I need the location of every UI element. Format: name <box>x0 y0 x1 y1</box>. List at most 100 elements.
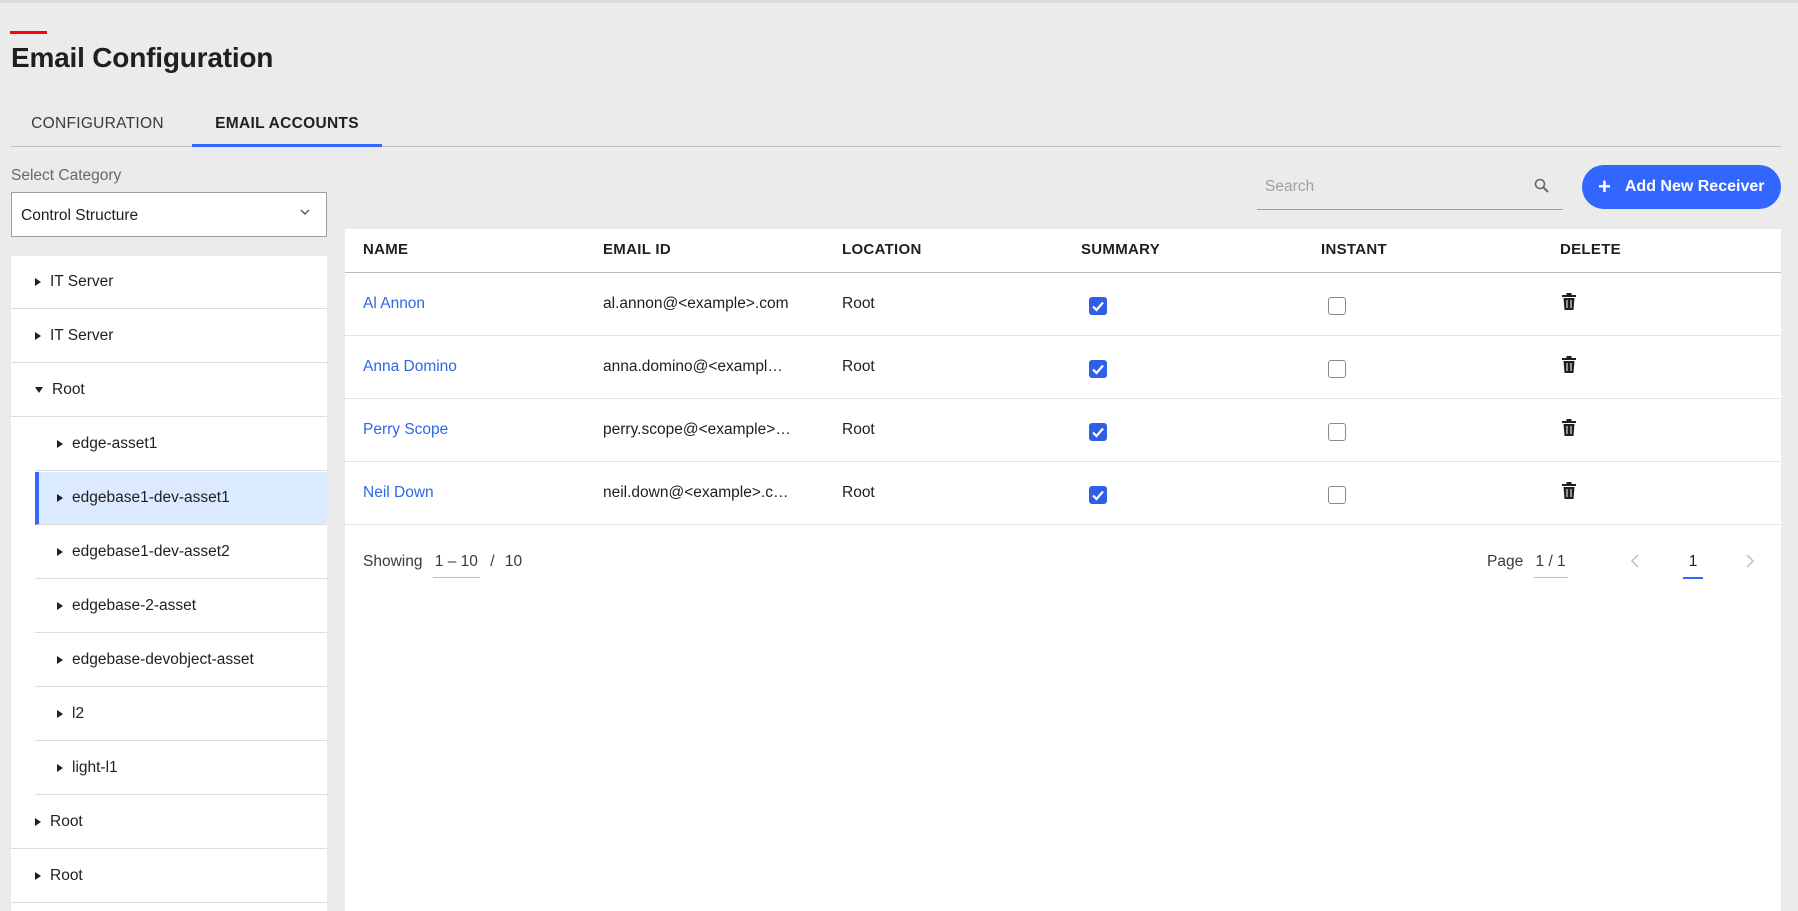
showing-range[interactable]: 1 – 10 <box>432 553 480 578</box>
trash-icon[interactable] <box>1561 482 1577 500</box>
page-info: Page 1 / 1 <box>1487 553 1568 578</box>
page-of[interactable]: 1 / 1 <box>1533 553 1568 578</box>
page-title: Email Configuration <box>11 42 274 73</box>
summary-checkbox-checked[interactable] <box>1089 486 1107 504</box>
tree-item[interactable]: edgebase-2-asset <box>35 580 327 633</box>
table-header: NAME EMAIL ID LOCATION SUMMARY INSTANT D… <box>345 229 1781 273</box>
tree-item-label: edgebase1-dev-asset2 <box>72 543 230 560</box>
caret-right-icon <box>57 710 63 718</box>
tree-item[interactable]: l2 <box>35 688 327 741</box>
tree-item-label: Root <box>50 813 83 830</box>
tree-item[interactable]: edgebase-devobject-asset <box>35 634 327 687</box>
receiver-location: Root <box>842 295 875 312</box>
receiver-location: Root <box>842 484 875 501</box>
caret-right-icon <box>35 278 41 286</box>
receiver-name-link[interactable]: Neil Down <box>363 484 434 502</box>
top-border <box>0 0 1798 3</box>
tree-item[interactable]: edge-asset1 <box>35 418 327 471</box>
tree-item-label: IT Server <box>50 273 114 290</box>
tree-item-label: light-l1 <box>72 759 118 776</box>
plus-icon: + <box>1598 174 1611 199</box>
instant-checkbox[interactable] <box>1328 297 1346 315</box>
tab-configuration[interactable]: CONFIGURATION <box>22 110 173 147</box>
caret-right-icon <box>57 602 63 610</box>
column-header-summary: SUMMARY <box>1081 241 1161 258</box>
category-select[interactable]: Control Structure <box>11 192 327 237</box>
instant-checkbox[interactable] <box>1328 360 1346 378</box>
column-header-instant: INSTANT <box>1321 241 1387 258</box>
tree-item-label: edgebase1-dev-asset1 <box>72 489 230 506</box>
tree-item-label: Root <box>52 381 85 398</box>
page-label: Page <box>1487 553 1524 570</box>
tree-item-label: l2 <box>72 705 85 722</box>
instant-checkbox[interactable] <box>1328 423 1346 441</box>
trash-icon[interactable] <box>1561 419 1577 437</box>
receiver-email: anna.domino@<exampl… <box>603 358 783 375</box>
tree-item-label: edgebase-2-asset <box>72 597 197 614</box>
tree-item[interactable]: edgebase1-dev-asset2 <box>35 526 327 579</box>
receiver-location: Root <box>842 421 875 438</box>
column-header-delete: DELETE <box>1560 241 1621 258</box>
tree-item[interactable]: IT Server <box>11 256 327 309</box>
receivers-table-panel: NAME EMAIL ID LOCATION SUMMARY INSTANT D… <box>345 229 1781 911</box>
current-page-number[interactable]: 1 <box>1683 553 1703 579</box>
tree-item[interactable]: Root <box>11 796 327 849</box>
receiver-email: perry.scope@<example>… <box>603 421 791 438</box>
receiver-location: Root <box>842 358 875 375</box>
tree-item[interactable]: light-l1 <box>35 742 327 795</box>
summary-checkbox-checked[interactable] <box>1089 360 1107 378</box>
instant-checkbox[interactable] <box>1328 486 1346 504</box>
search-icon[interactable] <box>1533 177 1551 195</box>
tree-item-label: edgebase-devobject-asset <box>72 651 254 668</box>
table-row: Perry Scope perry.scope@<example>… Root <box>345 399 1781 462</box>
column-header-location: LOCATION <box>842 241 922 258</box>
tree-item-selected[interactable]: edgebase1-dev-asset1 <box>35 472 327 525</box>
caret-right-icon <box>57 764 63 772</box>
tab-email-accounts[interactable]: EMAIL ACCOUNTS <box>192 110 382 147</box>
summary-checkbox-checked[interactable] <box>1089 297 1107 315</box>
trash-icon[interactable] <box>1561 293 1577 311</box>
add-new-receiver-label: Add New Receiver <box>1624 178 1765 195</box>
tree-item[interactable]: Root <box>11 364 327 417</box>
tree-item-label: Root <box>50 867 83 884</box>
showing-label: Showing <box>363 553 423 570</box>
search-input[interactable] <box>1257 168 1517 206</box>
tree-item-label: edge-asset1 <box>72 435 158 452</box>
caret-right-icon <box>57 494 63 502</box>
caret-right-icon <box>57 656 63 664</box>
caret-right-icon <box>57 548 63 556</box>
tree-item-label: IT Server <box>50 327 114 344</box>
select-category-label: Select Category <box>11 167 122 184</box>
caret-right-icon <box>57 440 63 448</box>
pagination-showing: Showing 1 – 10 / 10 <box>363 553 522 578</box>
receiver-name-link[interactable]: Anna Domino <box>363 358 457 376</box>
brand-accent-bar <box>10 31 47 34</box>
receiver-email: al.annon@<example>.com <box>603 295 789 312</box>
chevron-right-icon[interactable] <box>1742 551 1758 571</box>
caret-down-icon <box>35 387 43 393</box>
caret-right-icon <box>35 332 41 340</box>
table-row: Neil Down neil.down@<example>.c… Root <box>345 462 1781 525</box>
category-tree: IT Server IT Server Root edge-asset1 edg… <box>11 256 327 911</box>
summary-checkbox-checked[interactable] <box>1089 423 1107 441</box>
table-row: Al Annon al.annon@<example>.com Root <box>345 273 1781 336</box>
tree-item[interactable]: IT Server <box>11 310 327 363</box>
showing-separator: / <box>490 553 495 570</box>
column-header-email: EMAIL ID <box>603 241 671 258</box>
receiver-email: neil.down@<example>.c… <box>603 484 789 501</box>
chevron-left-icon[interactable] <box>1627 551 1643 571</box>
category-selected-value: Control Structure <box>21 207 139 224</box>
caret-right-icon <box>35 818 41 826</box>
trash-icon[interactable] <box>1561 356 1577 374</box>
tab-bar: CONFIGURATION EMAIL ACCOUNTS <box>11 110 1781 147</box>
add-new-receiver-button[interactable]: + Add New Receiver <box>1582 165 1781 209</box>
table-row: Anna Domino anna.domino@<exampl… Root <box>345 336 1781 399</box>
chevron-down-icon <box>300 209 310 215</box>
receiver-name-link[interactable]: Al Annon <box>363 295 425 313</box>
tree-item[interactable]: Root <box>11 850 327 903</box>
search-box <box>1257 168 1563 210</box>
caret-right-icon <box>35 872 41 880</box>
showing-total: 10 <box>504 553 523 570</box>
column-header-name: NAME <box>363 241 409 258</box>
receiver-name-link[interactable]: Perry Scope <box>363 421 448 439</box>
